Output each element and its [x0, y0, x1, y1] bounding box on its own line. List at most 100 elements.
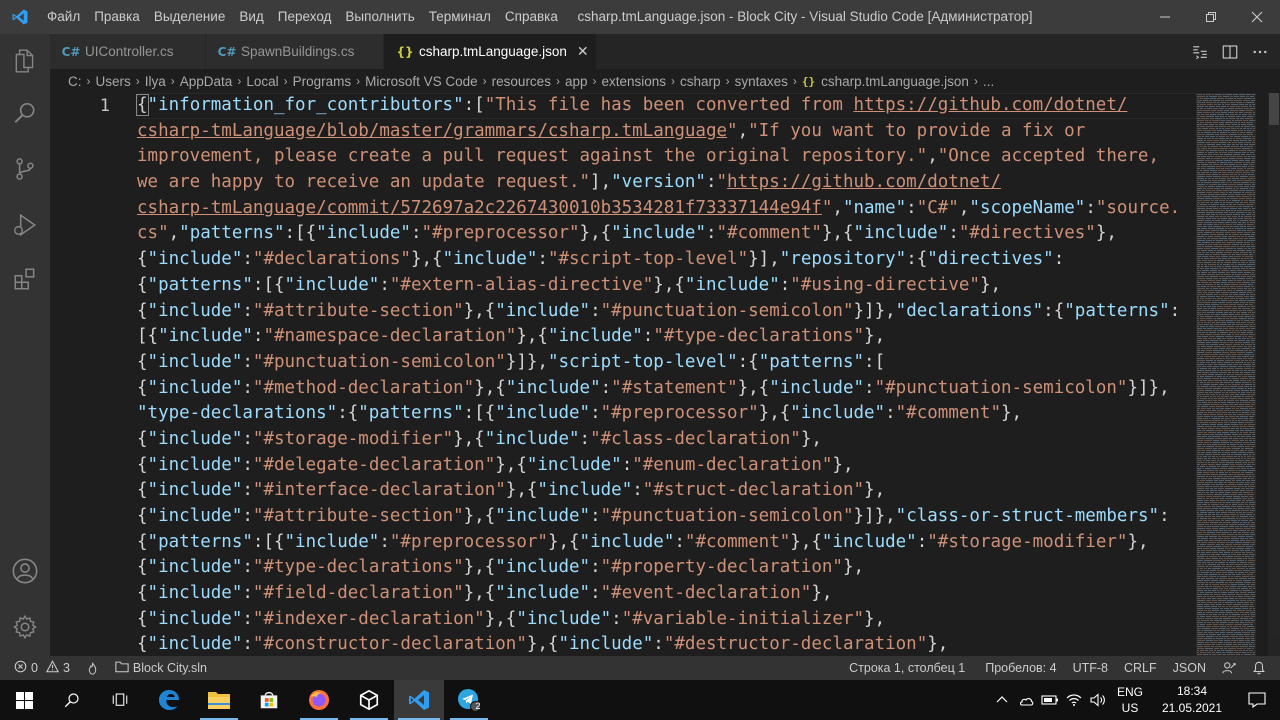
code-line: {"include":"#delegate-declaration"},{"in…	[137, 454, 854, 475]
breadcrumb-more[interactable]: ...	[983, 74, 994, 89]
menu-view[interactable]: Вид	[232, 0, 270, 34]
problems-indicator[interactable]: 0 3	[0, 660, 78, 676]
breadcrumb: C: › Users › Ilya › AppData › Local › Program…	[50, 69, 1280, 93]
telegram-icon[interactable]: 2	[444, 680, 494, 720]
code-line: we are happy to receive an update reques…	[137, 172, 1001, 193]
menu-bar: Файл Правка Выделение Вид Переход Выполн…	[40, 0, 565, 34]
indentation[interactable]: Пробелов: 4	[977, 661, 1064, 675]
breadcrumb-segment[interactable]: Programs	[293, 74, 352, 89]
extensions-icon[interactable]	[0, 252, 50, 306]
code-line: {"include":"#attribute-section"},{"inclu…	[137, 506, 1170, 526]
chevron-right-icon: ›	[135, 74, 140, 88]
breadcrumb-file[interactable]: csharp.tmLanguage.json	[821, 74, 969, 89]
input-language[interactable]: ENG US	[1110, 684, 1150, 716]
taskbar-search-icon[interactable]	[48, 680, 96, 720]
menu-run[interactable]: Выполнить	[338, 0, 421, 34]
volume-icon[interactable]	[1086, 680, 1110, 720]
vscode-logo-icon	[0, 0, 40, 34]
code-line: {"include":"#interface-declaration"},{"i…	[137, 480, 886, 501]
breadcrumb-segment[interactable]: app	[565, 74, 588, 89]
clock[interactable]: 18:34 21.05.2021	[1150, 683, 1234, 717]
open-changes-icon[interactable]	[1188, 40, 1212, 64]
tab-label: SpawnBuildings.cs	[241, 44, 355, 59]
file-explorer-icon[interactable]	[194, 680, 244, 720]
tab-csharp-tmlanguage[interactable]: {} csharp.tmLanguage.json ✕	[384, 34, 597, 69]
windows-taskbar: 2 ENG US 18:34 21.05.2021	[0, 680, 1280, 720]
warning-count: 3	[62, 661, 70, 675]
breadcrumb-segment[interactable]: Local	[246, 74, 278, 89]
minimap[interactable]	[1196, 93, 1268, 656]
breadcrumb-segment[interactable]: Ilya	[145, 74, 166, 89]
code-line: {"include":"#field-declaration"},{"inclu…	[137, 583, 833, 604]
breadcrumb-segment[interactable]: resources	[492, 74, 551, 89]
line-number: 1	[99, 96, 110, 116]
feedback-icon[interactable]	[1214, 661, 1244, 675]
battery-icon[interactable]	[1038, 680, 1062, 720]
code-line: {"include":"#constructor-declaration"},{…	[137, 634, 949, 655]
solution-indicator[interactable]: Block City.sln	[107, 660, 215, 676]
explorer-icon[interactable]	[0, 34, 50, 88]
breadcrumb-segment[interactable]: extensions	[601, 74, 666, 89]
code-line: {"include":"#type-declarations"},{"inclu…	[137, 557, 865, 578]
menu-file[interactable]: Файл	[40, 0, 87, 34]
source-control-icon[interactable]	[0, 142, 50, 196]
clock-date: 21.05.2021	[1161, 701, 1223, 715]
vertical-scrollbar[interactable]	[1268, 93, 1280, 656]
tab-label: csharp.tmLanguage.json	[419, 44, 567, 59]
action-center-icon[interactable]	[1234, 680, 1280, 720]
menu-selection[interactable]: Выделение	[147, 0, 233, 34]
restore-button[interactable]	[1188, 0, 1234, 34]
breadcrumb-segment[interactable]: Microsoft VS Code	[365, 74, 478, 89]
account-icon[interactable]	[0, 544, 50, 598]
task-view-icon[interactable]	[96, 680, 144, 720]
search-icon[interactable]	[0, 86, 50, 140]
breadcrumb-segment[interactable]: C:	[68, 74, 82, 89]
flame-icon[interactable]	[78, 662, 107, 675]
close-tab-icon[interactable]: ✕	[577, 44, 593, 60]
settings-gear-icon[interactable]	[0, 600, 50, 654]
cloud-icon[interactable]	[1014, 680, 1038, 720]
show-hidden-icons-icon[interactable]	[990, 680, 1014, 720]
code-content[interactable]: {"information_for_contributors":["This f…	[136, 93, 1197, 656]
solution-name: Block City.sln	[132, 661, 207, 675]
split-editor-icon[interactable]	[1218, 40, 1242, 64]
code-line: {"include":"#attribute-section"},{"inclu…	[137, 300, 1181, 321]
code-line: {"include":"#indexer-declaration"},{"inc…	[137, 608, 886, 629]
encoding[interactable]: UTF-8	[1065, 661, 1116, 675]
error-icon	[14, 660, 27, 676]
minimize-button[interactable]	[1142, 0, 1188, 34]
firefox-icon[interactable]	[294, 680, 344, 720]
code-line: {"include":"#method-declaration"},{"incl…	[137, 377, 1170, 398]
more-actions-icon[interactable]	[1248, 40, 1272, 64]
menu-edit[interactable]: Правка	[87, 0, 147, 34]
menu-help[interactable]: Справка	[498, 0, 565, 34]
end-of-line[interactable]: CRLF	[1116, 661, 1165, 675]
menu-go[interactable]: Переход	[271, 0, 339, 34]
run-debug-icon[interactable]	[0, 198, 50, 252]
tab-uicontroller[interactable]: C# UIController.cs	[50, 34, 206, 69]
json-file-icon: {}	[396, 44, 414, 59]
keyboard-layout: US	[1121, 701, 1139, 715]
unity-icon[interactable]	[344, 680, 394, 720]
edge-browser-icon[interactable]	[144, 680, 194, 720]
code-line: csharp-tmLanguage/commit/572697a2c226743…	[137, 197, 1181, 218]
tab-spawnbuildings[interactable]: C# SpawnBuildings.cs	[206, 34, 384, 69]
editor-actions	[1188, 34, 1280, 69]
editor-area[interactable]: 1 {"information_for_contributors":["This…	[50, 93, 1280, 656]
notifications-bell-icon[interactable]	[1244, 661, 1274, 675]
breadcrumb-segment[interactable]: AppData	[180, 74, 233, 89]
store-icon[interactable]	[244, 680, 294, 720]
breadcrumb-segment[interactable]: syntaxes	[735, 74, 788, 89]
close-window-button[interactable]	[1234, 0, 1280, 34]
scrollbar-thumb[interactable]	[1269, 93, 1279, 125]
start-button[interactable]	[0, 680, 48, 720]
language-mode[interactable]: JSON	[1165, 661, 1214, 675]
system-tray: ENG US 18:34 21.05.2021	[990, 680, 1280, 720]
wifi-icon[interactable]	[1062, 680, 1086, 720]
cursor-position[interactable]: Строка 1, столбец 1	[841, 661, 973, 675]
code-line: {"information_for_contributors":["This f…	[136, 94, 1128, 116]
breadcrumb-segment[interactable]: csharp	[680, 74, 721, 89]
menu-terminal[interactable]: Терминал	[422, 0, 498, 34]
vscode-taskbar-icon[interactable]	[394, 680, 444, 720]
breadcrumb-segment[interactable]: Users	[96, 74, 131, 89]
